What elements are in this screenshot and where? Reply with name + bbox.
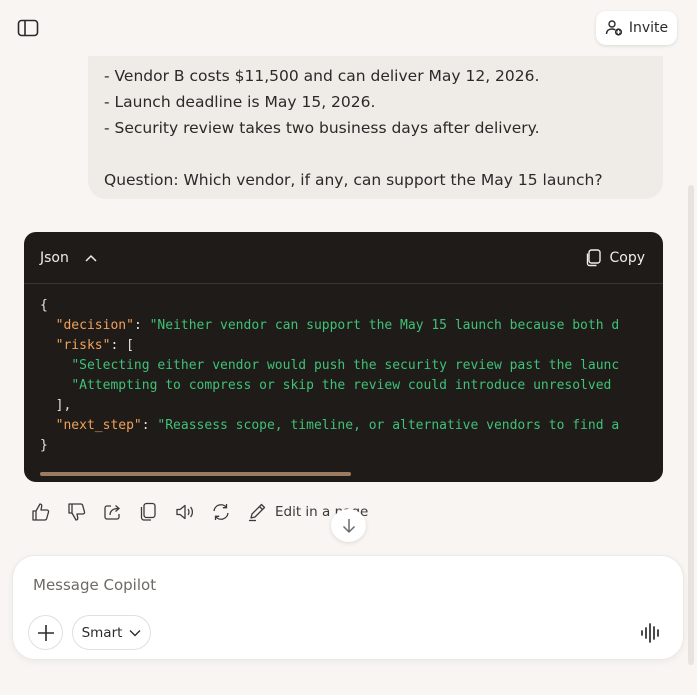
message-line: - Security review takes two business day…	[104, 119, 540, 137]
share-button[interactable]	[103, 500, 139, 524]
read-aloud-button[interactable]	[175, 500, 211, 524]
read-aloud-icon	[176, 504, 194, 520]
invite-button[interactable]: Invite	[596, 11, 677, 45]
message-line: - Launch deadline is May 15, 2026.	[104, 93, 376, 111]
message-composer: Smart	[13, 556, 683, 659]
copy-response-button[interactable]	[139, 500, 175, 524]
plus-icon	[37, 624, 54, 641]
invite-label: Invite	[628, 20, 669, 36]
thumbs-up-button[interactable]	[31, 500, 67, 524]
code-line: {	[40, 298, 48, 313]
copy-label: Copy	[609, 249, 645, 266]
json-key: "decision"	[55, 318, 134, 333]
message-input[interactable]	[33, 576, 633, 594]
chevron-down-icon	[129, 629, 141, 636]
message-line: - Vendor B costs $11,500 and can deliver…	[104, 67, 540, 85]
message-actions: Edit in a page	[31, 500, 368, 524]
message-question: Question: Which vendor, if any, can supp…	[104, 171, 603, 189]
code-line: ],	[55, 398, 72, 413]
share-icon	[104, 505, 120, 520]
regenerate-button[interactable]	[211, 500, 247, 524]
sidebar-toggle-button[interactable]	[17, 19, 39, 37]
regenerate-icon	[213, 504, 229, 520]
thumbs-down-icon	[68, 503, 86, 521]
code-block-header: Json Copy	[24, 232, 663, 284]
page-scrollbar[interactable]	[688, 185, 694, 665]
code-language-label: Json	[40, 249, 69, 266]
json-code-block: Json Copy { "decision": "Neither vendor …	[24, 232, 663, 482]
user-message-bubble: - Vendor B costs $11,500 and can deliver…	[88, 56, 663, 199]
add-attachment-button[interactable]	[28, 615, 63, 650]
edit-pencil-icon	[249, 503, 266, 522]
thumbs-down-button[interactable]	[67, 500, 103, 524]
json-string: "Selecting either vendor would push the …	[71, 358, 620, 373]
mode-selector[interactable]: Smart	[72, 615, 151, 650]
voice-waveform-icon	[641, 623, 659, 643]
voice-input-button[interactable]	[640, 622, 662, 644]
mode-label: Smart	[81, 624, 123, 641]
copy-icon	[587, 248, 602, 266]
code-line: }	[40, 438, 48, 453]
code-horizontal-scrollbar[interactable]	[40, 472, 351, 476]
copy-icon	[140, 502, 156, 521]
json-string: "Reassess scope, timeline, or alternativ…	[157, 418, 620, 433]
json-string: "Neither vendor can support the May 15 l…	[149, 318, 620, 333]
json-key: "next_step"	[55, 418, 142, 433]
arrow-down-icon	[342, 518, 355, 533]
code-content: { "decision": "Neither vendor can suppor…	[40, 298, 620, 453]
json-string: "Attempting to compress or skip the revi…	[71, 378, 612, 393]
code-language-toggle[interactable]: Json	[40, 250, 97, 266]
sidebar-toggle-icon	[17, 19, 39, 37]
add-person-icon	[605, 20, 622, 36]
json-key: "risks"	[55, 338, 111, 353]
copy-code-button[interactable]: Copy	[585, 248, 645, 267]
chevron-up-icon	[85, 254, 97, 262]
scroll-to-bottom-button[interactable]	[331, 509, 366, 542]
thumbs-up-icon	[32, 503, 50, 521]
